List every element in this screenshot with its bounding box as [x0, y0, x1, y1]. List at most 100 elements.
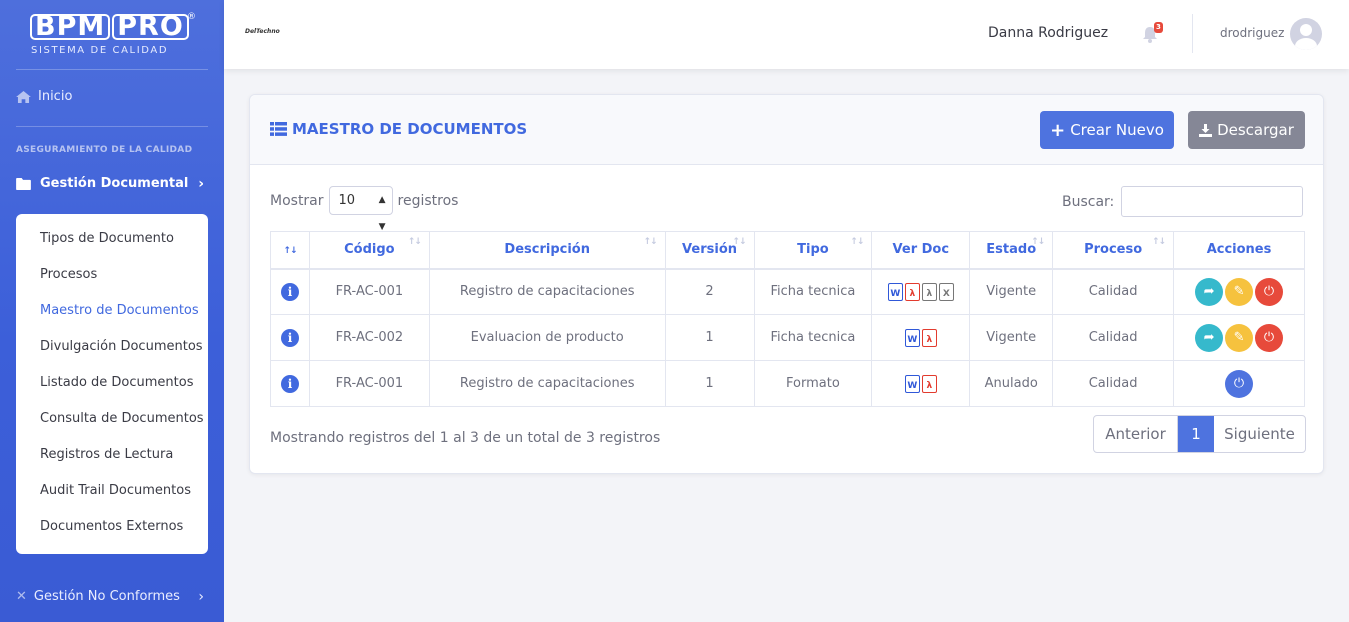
pdf-file-icon[interactable]: λ: [921, 374, 937, 393]
brand-name-b: PRO: [112, 13, 189, 40]
pdf-gray-file-icon[interactable]: λ: [921, 282, 937, 301]
topbar-divider: [1192, 14, 1193, 53]
share-button[interactable]: ➦: [1195, 323, 1224, 352]
pagination-next-button[interactable]: Siguiente: [1214, 416, 1305, 452]
sort-icon: ↑↓: [407, 237, 422, 247]
cell-description: Evaluacion de producto: [428, 314, 666, 361]
cell-code: FR-AC-001: [308, 360, 430, 407]
folder-icon: [16, 177, 31, 190]
documents-table: ↑↓ Código ↑↓ Descripción ↑↓ Versión ↑↓ Tipo…: [270, 231, 1305, 407]
sort-icon: ↑↓: [1151, 237, 1166, 247]
power-icon: ⏻: [1233, 375, 1245, 391]
header-label: Descripción: [504, 242, 590, 258]
column-header-proceso[interactable]: Proceso ↑↓: [1052, 231, 1175, 270]
info-icon[interactable]: i: [280, 282, 299, 301]
cell-version: 1: [664, 360, 755, 407]
cell-actions: ➦ ✎ ⏻: [1173, 314, 1305, 361]
pagination-page-1[interactable]: 1: [1178, 416, 1214, 452]
excel-file-icon[interactable]: X: [938, 282, 954, 301]
sidebar-item-consulta-documentos[interactable]: Consulta de Documentos: [16, 404, 208, 440]
brand-subtitle: SISTEMA DE CALIDAD: [31, 45, 169, 56]
cell-actions: ➦ ✎ ⏻: [1173, 268, 1305, 315]
info-icon[interactable]: i: [280, 374, 299, 393]
sidebar-item-maestro-documentos[interactable]: Maestro de Documentos: [16, 296, 208, 332]
sidebar-item-listado-documentos[interactable]: Listado de Documentos: [16, 368, 208, 404]
row-info-cell: i: [270, 314, 310, 361]
cell-type: Formato: [753, 360, 873, 407]
cell-view-doc: Wλ: [871, 314, 971, 361]
page-title-text: MAESTRO DE DOCUMENTOS: [292, 120, 528, 138]
column-header-acciones: Acciones: [1173, 231, 1305, 270]
power-on-button[interactable]: ⏻: [1225, 369, 1254, 398]
sidebar-group-gestion-no-conformes[interactable]: ✕ Gestión No Conformes ›: [16, 589, 208, 605]
pagination-prev-button[interactable]: Anterior: [1094, 416, 1178, 452]
sidebar-item-registros-lectura[interactable]: Registros de Lectura: [16, 440, 208, 476]
sidebar-heading: ASEGURAMIENTO DE LA CALIDAD: [16, 145, 193, 155]
sidebar-group-label: Gestión No Conformes: [33, 589, 180, 604]
user-name: Danna Rodriguez: [988, 25, 1109, 41]
sidebar-divider: [16, 126, 208, 127]
sidebar-item-tipos-documento[interactable]: Tipos de Documento: [16, 224, 208, 260]
page-length-select[interactable]: 10 ▲ ▼: [328, 186, 393, 232]
sidebar-item-documentos-externos[interactable]: Documentos Externos: [16, 512, 208, 548]
download-label: Descargar: [1217, 121, 1294, 139]
notification-count-badge: 3: [1154, 22, 1163, 33]
power-off-button[interactable]: ⏻: [1255, 277, 1284, 306]
column-header-tipo[interactable]: Tipo ↑↓: [753, 231, 873, 270]
user-login[interactable]: drodriguez: [1220, 26, 1284, 40]
notifications-button[interactable]: 3: [1142, 22, 1163, 44]
column-header-index[interactable]: ↑↓: [270, 231, 310, 270]
sort-icon: ↑↓: [643, 237, 657, 247]
header-label: Versión: [682, 242, 738, 258]
header-label: Proceso: [1084, 242, 1143, 258]
pdf-file-icon[interactable]: λ: [904, 282, 920, 301]
create-new-button[interactable]: + Crear Nuevo: [1040, 111, 1174, 149]
home-icon: [16, 90, 31, 103]
pagination: Anterior 1 Siguiente: [1093, 415, 1306, 453]
list-icon: [270, 122, 287, 136]
sidebar-submenu: Tipos de Documento Procesos Maestro de D…: [16, 214, 208, 554]
cell-state: Vigente: [969, 314, 1054, 361]
show-suffix: registros: [397, 192, 459, 209]
column-header-estado[interactable]: Estado ↑↓: [969, 231, 1054, 270]
page-length-control: Mostrar 10 ▲ ▼ registros: [270, 186, 459, 232]
sidebar-item-procesos[interactable]: Procesos: [16, 260, 208, 296]
edit-button[interactable]: ✎: [1225, 323, 1254, 352]
sidebar-item-audit-trail[interactable]: Audit Trail Documentos: [16, 476, 208, 512]
sidebar-group-gestion-documental[interactable]: Gestión Documental ›: [16, 175, 208, 192]
info-icon[interactable]: i: [280, 328, 299, 347]
column-header-codigo[interactable]: Código ↑↓: [308, 231, 430, 270]
word-file-icon[interactable]: W: [887, 282, 903, 301]
word-file-icon[interactable]: W: [904, 328, 920, 347]
cell-type: Ficha tecnica: [753, 314, 873, 361]
cell-code: FR-AC-001: [308, 268, 430, 315]
plus-icon: +: [1050, 119, 1066, 141]
header-label: Código: [344, 242, 395, 258]
download-button[interactable]: Descargar: [1188, 111, 1305, 149]
avatar[interactable]: [1290, 18, 1322, 50]
brand-logo[interactable]: BPM PRO ® SISTEMA DE CALIDAD: [26, 10, 198, 60]
sort-icon: ↑↓: [1031, 237, 1045, 247]
sidebar-item-inicio[interactable]: Inicio: [16, 89, 72, 104]
column-header-version[interactable]: Versión ↑↓: [664, 231, 755, 270]
row-info-cell: i: [270, 360, 310, 407]
word-file-icon[interactable]: W: [904, 374, 920, 393]
download-icon: [1199, 123, 1213, 137]
chevron-right-icon: ›: [198, 175, 204, 192]
sort-icon: ↑↓: [850, 237, 864, 247]
company-logo: DelTechno: [245, 28, 280, 35]
search-input[interactable]: [1121, 186, 1304, 217]
card-header: MAESTRO DE DOCUMENTOS + Crear Nuevo Desc…: [250, 95, 1323, 165]
column-header-descripcion[interactable]: Descripción ↑↓: [428, 231, 666, 270]
brand-name-a: BPM: [30, 13, 111, 40]
share-button[interactable]: ➦: [1195, 277, 1224, 306]
cell-description: Registro de capacitaciones: [428, 268, 666, 315]
sidebar-divider: [16, 69, 208, 70]
sidebar-item-divulgacion-documentos[interactable]: Divulgación Documentos: [16, 332, 208, 368]
power-off-button[interactable]: ⏻: [1255, 323, 1284, 352]
pdf-file-icon[interactable]: λ: [921, 328, 937, 347]
table-row: i FR-AC-001 Registro de capacitaciones 2…: [270, 268, 1305, 315]
edit-icon: ✎: [1233, 329, 1245, 345]
header-label: Acciones: [1206, 242, 1272, 258]
edit-button[interactable]: ✎: [1225, 277, 1254, 306]
